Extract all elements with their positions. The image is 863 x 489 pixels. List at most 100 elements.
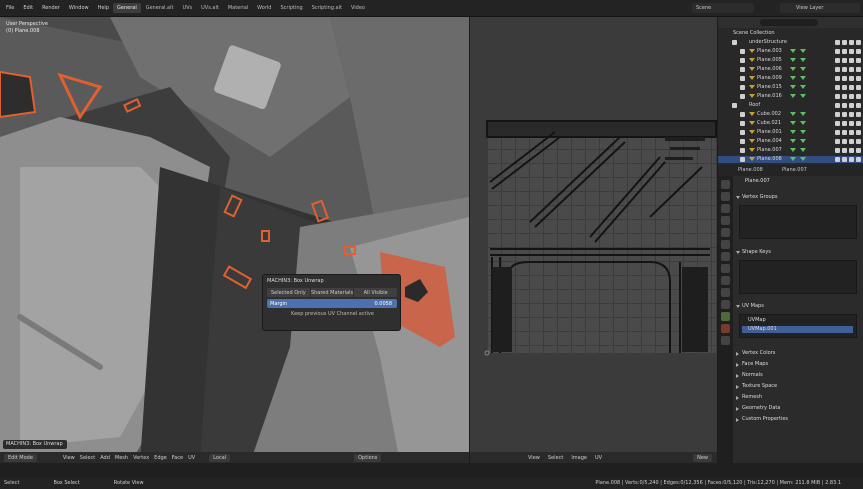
section-texture-space[interactable]: Texture Space (735, 382, 862, 391)
checkbox-icon[interactable] (740, 49, 745, 54)
operator-hint[interactable]: Keep previous UV Channel active (263, 311, 402, 317)
eye-icon[interactable] (842, 103, 847, 108)
section-remesh[interactable]: Remesh (735, 393, 862, 402)
camera-icon[interactable] (849, 121, 854, 126)
select-icon[interactable] (835, 40, 840, 45)
select-icon[interactable] (835, 139, 840, 144)
outliner-row[interactable]: Plane.005 (718, 57, 863, 64)
render-icon[interactable] (856, 58, 861, 63)
camera-icon[interactable] (849, 112, 854, 117)
checkbox-icon[interactable] (740, 112, 745, 117)
render-icon[interactable] (856, 49, 861, 54)
option-shared-materials[interactable]: Shared Materials (310, 288, 354, 297)
vertex-groups-list[interactable] (739, 205, 857, 239)
camera-icon[interactable] (849, 67, 854, 72)
outliner-row[interactable]: Roof (718, 102, 863, 109)
outliner-row[interactable]: Plane.009 (718, 75, 863, 82)
section-face-maps[interactable]: Face Maps (735, 360, 862, 369)
camera-icon[interactable] (849, 85, 854, 90)
render-icon[interactable] (856, 130, 861, 135)
tab-video[interactable]: Video (347, 3, 369, 13)
select-icon[interactable] (835, 85, 840, 90)
select-icon[interactable] (835, 157, 840, 162)
section-vertex-colors[interactable]: Vertex Colors (735, 349, 862, 358)
camera-icon[interactable] (849, 103, 854, 108)
camera-icon[interactable] (849, 94, 854, 99)
constraints-icon[interactable] (721, 300, 730, 309)
select-icon[interactable] (835, 130, 840, 135)
outliner-row[interactable]: Cube.021 (718, 120, 863, 127)
render-icon[interactable] (856, 139, 861, 144)
checkbox-icon[interactable] (740, 85, 745, 90)
eye-icon[interactable] (842, 121, 847, 126)
viewport-menu-face[interactable]: Face (172, 455, 183, 461)
uv-map-item[interactable]: UVMap.001 (742, 326, 853, 333)
render-icon[interactable] (856, 121, 861, 126)
eye-icon[interactable] (842, 112, 847, 117)
outliner-row[interactable]: Cube.002 (718, 111, 863, 118)
render-icon[interactable] (856, 85, 861, 90)
outliner-row[interactable]: Plane.001 (718, 129, 863, 136)
viewport-menu-edge[interactable]: Edge (154, 455, 167, 461)
viewport-menu-add[interactable]: Add (100, 455, 110, 461)
select-icon[interactable] (835, 67, 840, 72)
viewport-menu-select[interactable]: Select (80, 455, 95, 461)
last-operator-panel[interactable]: MACHIN3: Box Unwrap (3, 440, 67, 449)
tab-general-alt[interactable]: General.alt (142, 3, 178, 13)
render-icon[interactable] (856, 94, 861, 99)
tab-scripting-alt[interactable]: Scripting.alt (308, 3, 346, 13)
render-icon[interactable] (856, 112, 861, 117)
physics-icon[interactable] (721, 288, 730, 297)
eye-icon[interactable] (842, 94, 847, 99)
checkbox-icon[interactable] (740, 130, 745, 135)
option-all-visible[interactable]: All Visible (354, 288, 398, 297)
uv-map-item[interactable]: UVMap (742, 317, 853, 324)
select-icon[interactable] (835, 103, 840, 108)
camera-icon[interactable] (849, 58, 854, 63)
viewport-menu-vertex[interactable]: Vertex (133, 455, 149, 461)
render-icon[interactable] (856, 67, 861, 72)
menu-edit[interactable]: Edit (19, 3, 37, 13)
section-normals[interactable]: Normals (735, 371, 862, 380)
eye-icon[interactable] (842, 58, 847, 63)
texture-icon[interactable] (721, 336, 730, 345)
eye-icon[interactable] (842, 67, 847, 72)
select-icon[interactable] (835, 58, 840, 63)
render-icon[interactable] (856, 103, 861, 108)
checkbox-icon[interactable] (740, 121, 745, 126)
transform-orientation-dropdown[interactable]: Local (209, 453, 231, 462)
shape-keys-list[interactable] (739, 260, 857, 294)
tab-material[interactable]: Material (224, 3, 252, 13)
tab-world[interactable]: World (253, 3, 275, 13)
menu-help[interactable]: Help (94, 3, 113, 13)
checkbox-icon[interactable] (740, 67, 745, 72)
camera-icon[interactable] (849, 40, 854, 45)
outliner-search-input[interactable] (760, 19, 818, 26)
outliner-row[interactable]: Plane.003 (718, 48, 863, 55)
tab-uvs[interactable]: UVs (178, 3, 196, 13)
menu-window[interactable]: Window (65, 3, 93, 13)
outliner-row[interactable]: Plane.016 (718, 93, 863, 100)
select-icon[interactable] (835, 94, 840, 99)
eye-icon[interactable] (842, 130, 847, 135)
select-icon[interactable] (835, 121, 840, 126)
tab-scripting[interactable]: Scripting (276, 3, 306, 13)
viewport-menu-view[interactable]: View (63, 455, 75, 461)
checkbox-icon[interactable] (740, 58, 745, 63)
camera-icon[interactable] (849, 76, 854, 81)
3d-viewport[interactable]: User Perspective (0) Plane.008 MACHIN3: … (0, 17, 469, 463)
viewport-menu-mesh[interactable]: Mesh (115, 455, 128, 461)
world-icon[interactable] (721, 240, 730, 249)
checkbox-icon[interactable] (740, 148, 745, 153)
view-layer-icon[interactable] (721, 216, 730, 225)
checkbox-icon[interactable] (740, 157, 745, 162)
uv-editor[interactable]: View Select Image UV New (470, 17, 717, 463)
outliner-row[interactable]: underStructure (718, 39, 863, 46)
tool-icon[interactable] (721, 180, 730, 189)
section-vertex-groups[interactable]: Vertex Groups (735, 193, 862, 202)
eye-icon[interactable] (842, 49, 847, 54)
outliner-row[interactable]: Plane.006 (718, 66, 863, 73)
material-icon[interactable] (721, 324, 730, 333)
outliner-row[interactable]: Plane.015 (718, 84, 863, 91)
eye-icon[interactable] (842, 85, 847, 90)
